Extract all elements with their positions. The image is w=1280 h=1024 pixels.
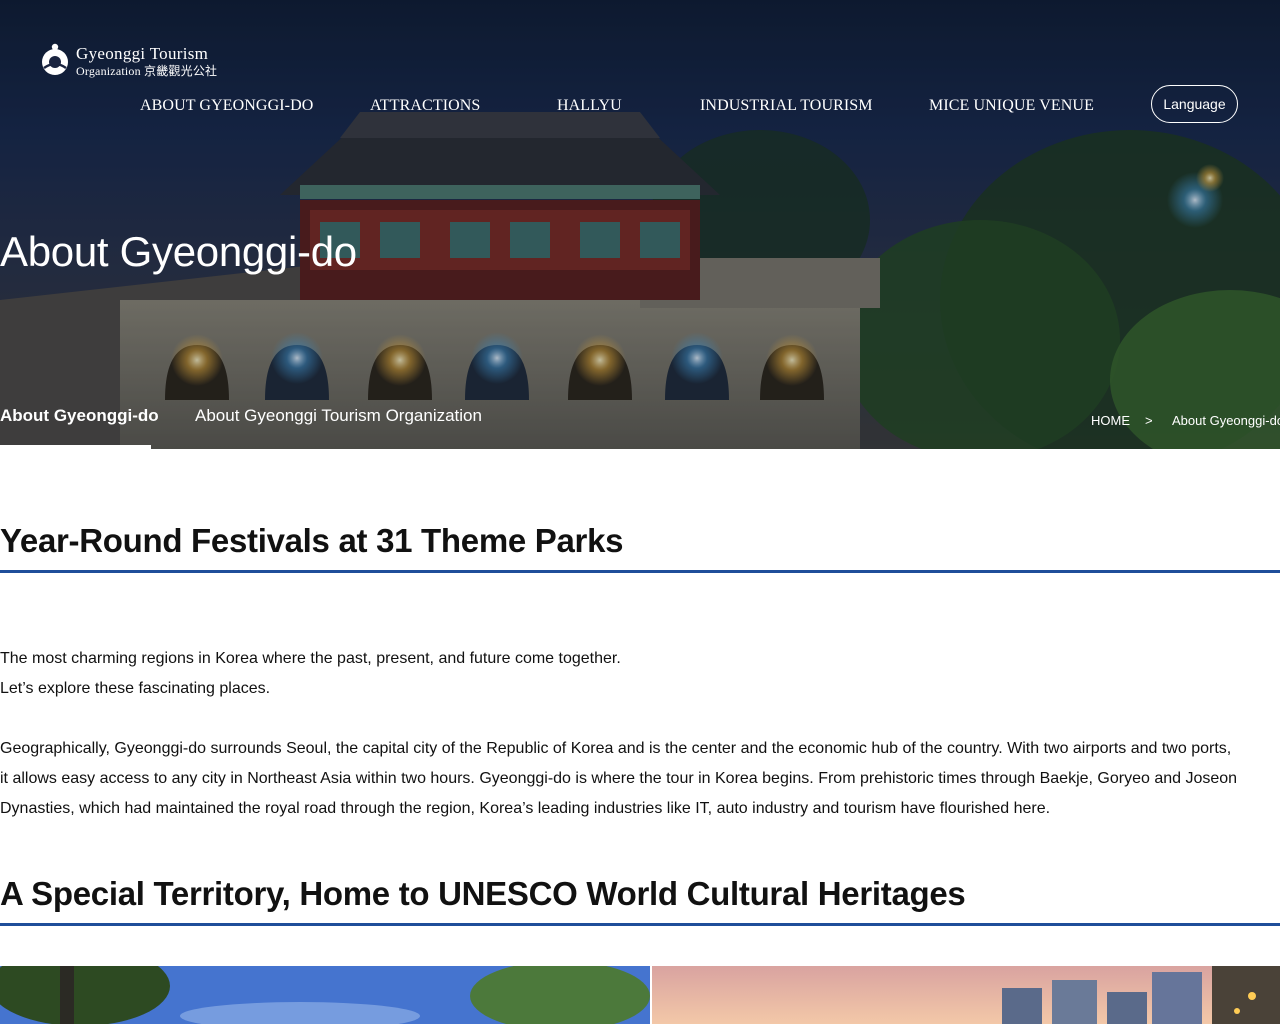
subtab-about-gyeonggi-do[interactable]: About Gyeonggi-do [0,406,159,426]
active-subtab-indicator [0,445,151,449]
logo-name: Gyeonggi Tourism [76,44,209,63]
subtab-about-tourism-organization[interactable]: About Gyeonggi Tourism Organization [195,406,482,426]
body-line: Dynasties, which had maintained the roya… [0,800,1051,817]
heritage-photo-right [652,966,1280,1024]
nav-item-industrial-tourism[interactable]: INDUSTRIAL TOURISM [700,97,873,115]
nav-item-attractions[interactable]: ATTRACTIONS [370,97,480,115]
breadcrumb-separator: > [1145,413,1153,428]
breadcrumb-current: About Gyeonggi-do [1172,413,1280,428]
nav-item-mice-unique-venue[interactable]: MICE UNIQUE VENUE [929,97,1094,115]
section-title-unesco: A Special Territory, Home to UNESCO Worl… [0,875,966,912]
body-line: it allows easy access to any city in Nor… [0,770,1238,787]
section-divider [0,570,1280,573]
heritage-photo-left [0,966,650,1024]
logo-subname: Organization 京畿觀光公社 [76,64,218,78]
logo-emblem-icon [42,43,68,75]
breadcrumb-home[interactable]: HOME [1091,413,1130,428]
site-logo[interactable]: Gyeonggi Tourism Organization 京畿觀光公社 [40,42,217,80]
body-line: Geographically, Gyeonggi-do surrounds Se… [0,740,1232,757]
hero-banner: Gyeonggi Tourism Organization 京畿觀光公社 ABO… [0,0,1280,449]
intro-line: The most charming regions in Korea where… [0,650,621,667]
language-button[interactable]: Language [1151,85,1238,123]
page-title: About Gyeonggi-do [0,228,357,275]
section-divider [0,923,1280,926]
section-title-festivals: Year-Round Festivals at 31 Theme Parks [0,522,624,559]
intro-line: Let’s explore these fascinating places. [0,680,271,697]
nav-item-about[interactable]: ABOUT GYEONGGI-DO [140,97,313,115]
nav-item-hallyu[interactable]: HALLYU [557,97,622,115]
